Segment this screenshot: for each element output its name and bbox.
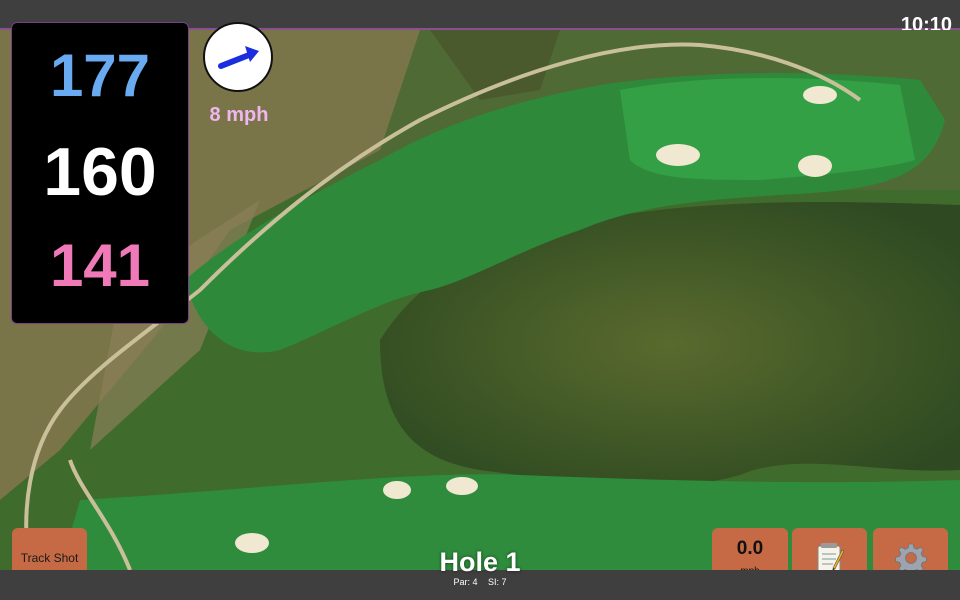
bunker	[798, 155, 832, 177]
bunker	[803, 86, 837, 104]
front-distance: 141	[49, 232, 151, 299]
bunker	[383, 481, 411, 499]
green	[620, 78, 915, 180]
gear-icon	[894, 543, 927, 574]
middle-distance: 160	[43, 134, 157, 210]
bunker	[656, 144, 700, 166]
wind-indicator	[203, 22, 273, 92]
bunker	[235, 533, 269, 553]
wind-direction-arrow-icon	[218, 46, 259, 69]
wind-speed-label: 8 mph	[209, 104, 269, 126]
bunker	[446, 477, 478, 495]
hole-title: Hole 1	[439, 547, 521, 577]
notepad-icon	[817, 542, 844, 572]
distance-panel: 177 160 141	[11, 22, 189, 324]
back-distance: 177	[49, 42, 151, 109]
hole-info: Par: 4 SI: 7	[380, 577, 580, 587]
par-label: Par: 4	[453, 577, 478, 587]
stroke-index-label: SI: 7	[488, 577, 507, 587]
speed-value: 0.0	[736, 538, 764, 559]
